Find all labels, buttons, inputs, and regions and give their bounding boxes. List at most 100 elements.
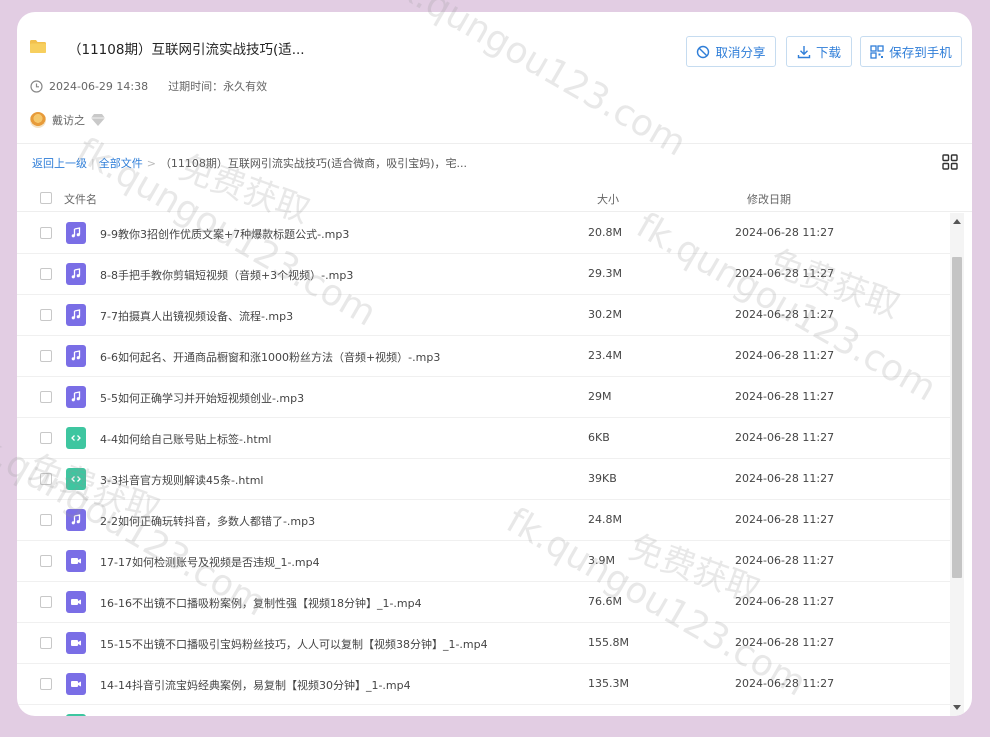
- file-size: 30.2M: [588, 308, 622, 321]
- html-file-icon: [66, 427, 86, 449]
- file-name[interactable]: 9-9教你3招创作优质文案+7种爆款标题公式-.mp3: [100, 226, 349, 242]
- created-time: 2024-06-29 14:38: [49, 79, 149, 93]
- file-size: 29M: [588, 390, 612, 403]
- file-date: 2024-06-28 11:27: [735, 431, 835, 444]
- video-file-icon: [66, 550, 86, 572]
- file-row[interactable]: 17-17如何检测账号及视频是否违规_1-.mp4 3.9M 2024-06-28 …: [17, 541, 950, 582]
- row-checkbox[interactable]: [40, 555, 52, 567]
- row-checkbox[interactable]: [40, 309, 52, 321]
- file-date: 2024-06-28 11:27: [735, 390, 835, 403]
- audio-file-icon: [66, 509, 86, 531]
- grid-view-icon[interactable]: [942, 154, 958, 170]
- audio-file-icon: [66, 345, 86, 367]
- file-size: 135.3M: [588, 677, 629, 690]
- file-size: 23.4M: [588, 349, 622, 362]
- save-to-phone-button[interactable]: 保存到手机: [860, 36, 962, 67]
- share-user: 戴访之: [30, 112, 105, 128]
- file-row[interactable]: 8-8手把手教你剪辑短视频（音频+3个视频）-.mp3 29.3M 2024-06-…: [17, 254, 950, 295]
- file-row[interactable]: 9-9教你3招创作优质文案+7种爆款标题公式-.mp3 20.8M 2024-06-…: [17, 213, 950, 254]
- video-file-icon: [66, 673, 86, 695]
- diamond-badge-icon: [91, 114, 105, 126]
- file-date: 2024-06-28 11:27: [735, 636, 835, 649]
- file-row[interactable]: 14-14抖音引流宝妈经典案例，易复制【视频30分钟】_1-.mp4 135.3M…: [17, 664, 950, 705]
- file-name[interactable]: 17-17如何检测账号及视频是否违规_1-.mp4: [100, 554, 320, 570]
- row-checkbox[interactable]: [40, 473, 52, 485]
- share-title: （11108期）互联网引流实战技巧(适...: [68, 42, 305, 58]
- file-row[interactable]: 4-4如何给自己账号贴上标签-.html 6KB 2024-06-28 11:27: [17, 418, 950, 459]
- file-row[interactable]: 15-15不出镜不口播吸引宝妈粉丝技巧，人人可以复制【视频38分钟】_1-.mp…: [17, 623, 950, 664]
- all-files-link[interactable]: 全部文件: [99, 155, 143, 171]
- scroll-down-arrow[interactable]: [953, 705, 961, 710]
- file-row[interactable]: 3-3抖音官方规则解读45条-.html 39KB 2024-06-28 11:27: [17, 459, 950, 500]
- row-checkbox[interactable]: [40, 350, 52, 362]
- row-checkbox[interactable]: [40, 678, 52, 690]
- file-name[interactable]: 16-16不出镜不口播吸粉案例，复制性强【视频18分钟】_1-.mp4: [100, 595, 422, 611]
- file-row[interactable]: 5-5如何正确学习并开始短视频创业-.mp3 29M 2024-06-28 11:2…: [17, 377, 950, 418]
- file-name[interactable]: 6-6如何起名、开通商品橱窗和涨1000粉丝方法（音频+视频）-.mp3: [100, 349, 440, 365]
- file-date: 2024-06-28 11:27: [735, 267, 835, 280]
- file-size: 6KB: [588, 431, 610, 444]
- header: （11108期）互联网引流实战技巧(适... 取消分享 下载 保存到手机: [30, 36, 962, 72]
- file-size: 20.8M: [588, 226, 622, 239]
- file-size: 24.8M: [588, 513, 622, 526]
- file-row[interactable]: [17, 705, 950, 716]
- video-file-icon: [66, 632, 86, 654]
- file-name[interactable]: 4-4如何给自己账号贴上标签-.html: [100, 431, 272, 447]
- file-row[interactable]: 16-16不出镜不口播吸粉案例，复制性强【视频18分钟】_1-.mp4 76.6M…: [17, 582, 950, 623]
- file-name[interactable]: 7-7拍摄真人出镜视频设备、流程-.mp3: [100, 308, 293, 324]
- file-list: 9-9教你3招创作优质文案+7种爆款标题公式-.mp3 20.8M 2024-06-…: [17, 213, 950, 716]
- cancel-share-button[interactable]: 取消分享: [686, 36, 776, 67]
- file-size: 76.6M: [588, 595, 622, 608]
- file-date: 2024-06-28 11:27: [735, 595, 835, 608]
- file-date: 2024-06-28 11:27: [735, 226, 835, 239]
- file-date: 2024-06-28 11:27: [735, 349, 835, 362]
- row-checkbox[interactable]: [40, 432, 52, 444]
- scrollbar[interactable]: [950, 213, 964, 716]
- download-icon: [797, 45, 811, 58]
- cancel-icon: [697, 45, 710, 58]
- column-size[interactable]: 大小: [597, 191, 619, 207]
- file-date: 2024-06-28 11:27: [735, 472, 835, 485]
- video-file-icon: [66, 591, 86, 613]
- file-row[interactable]: 2-2如何正确玩转抖音，多数人都错了-.mp3 24.8M 2024-06-28 1…: [17, 500, 950, 541]
- file-name[interactable]: 8-8手把手教你剪辑短视频（音频+3个视频）-.mp3: [100, 267, 353, 283]
- row-checkbox[interactable]: [40, 637, 52, 649]
- back-link[interactable]: 返回上一级: [32, 155, 87, 171]
- download-button[interactable]: 下载: [786, 36, 852, 67]
- row-checkbox[interactable]: [40, 227, 52, 239]
- column-date[interactable]: 修改日期: [747, 191, 791, 207]
- divider: [17, 143, 972, 144]
- select-all-checkbox[interactable]: [40, 192, 52, 204]
- avatar: [30, 112, 46, 128]
- file-name[interactable]: 2-2如何正确玩转抖音，多数人都错了-.mp3: [100, 513, 315, 529]
- scroll-thumb[interactable]: [952, 257, 962, 578]
- file-date: 2024-06-28 11:27: [735, 513, 835, 526]
- row-checkbox[interactable]: [40, 391, 52, 403]
- file-row[interactable]: 7-7拍摄真人出镜视频设备、流程-.mp3 30.2M 2024-06-28 11:…: [17, 295, 950, 336]
- share-meta: 2024-06-29 14:38 过期时间：永久有效: [30, 78, 267, 94]
- scroll-up-arrow[interactable]: [953, 219, 961, 224]
- file-size: 39KB: [588, 472, 617, 485]
- file-name[interactable]: 14-14抖音引流宝妈经典案例，易复制【视频30分钟】_1-.mp4: [100, 677, 411, 693]
- user-name: 戴访之: [52, 114, 85, 127]
- row-checkbox[interactable]: [40, 268, 52, 280]
- save-to-phone-label: 保存到手机: [889, 45, 952, 60]
- file-name[interactable]: 5-5如何正确学习并开始短视频创业-.mp3: [100, 390, 304, 406]
- audio-file-icon: [66, 263, 86, 285]
- file-name[interactable]: 15-15不出镜不口播吸引宝妈粉丝技巧，人人可以复制【视频38分钟】_1-.mp…: [100, 636, 488, 652]
- file-row[interactable]: 6-6如何起名、开通商品橱窗和涨1000粉丝方法（音频+视频）-.mp3 23.4…: [17, 336, 950, 377]
- column-name[interactable]: 文件名: [64, 191, 97, 207]
- row-checkbox[interactable]: [40, 596, 52, 608]
- breadcrumb: 返回上一级 | 全部文件 > （11108期）互联网引流实战技巧(适合微商，吸引…: [32, 155, 468, 171]
- file-date: 2024-06-28 11:27: [735, 554, 835, 567]
- row-checkbox[interactable]: [40, 514, 52, 526]
- file-size: 29.3M: [588, 267, 622, 280]
- column-header: 文件名 大小 修改日期: [17, 184, 972, 212]
- share-card: （11108期）互联网引流实战技巧(适... 取消分享 下载 保存到手机 202…: [17, 12, 972, 716]
- qr-code-icon: [870, 44, 884, 59]
- audio-file-icon: [66, 304, 86, 326]
- audio-file-icon: [66, 386, 86, 408]
- html-file-icon: [66, 714, 86, 716]
- file-name[interactable]: 3-3抖音官方规则解读45条-.html: [100, 472, 264, 488]
- breadcrumb-current: （11108期）互联网引流实战技巧(适合微商，吸引宝妈)，宅...: [159, 157, 468, 170]
